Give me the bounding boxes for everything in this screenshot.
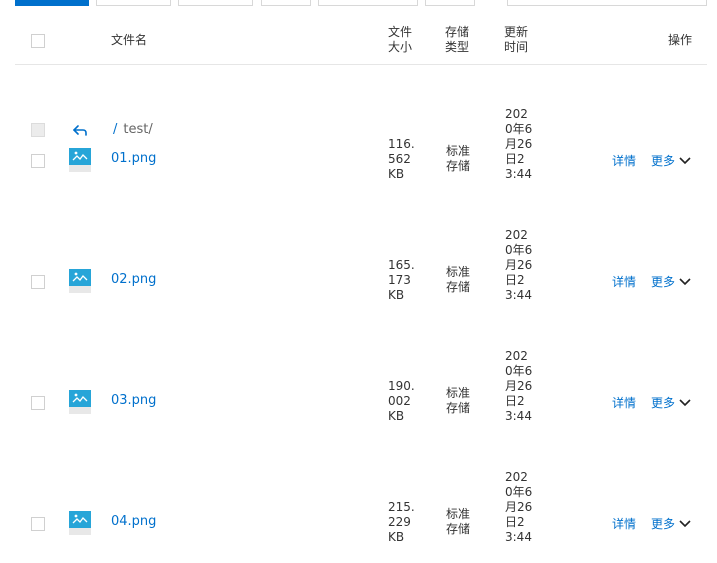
row-checkbox[interactable] (31, 275, 45, 289)
header-updated: 更新时间 (504, 25, 529, 54)
updated-time: 2020年6月26日23:44 (505, 228, 533, 302)
storage-class: 标准存储 (446, 144, 471, 173)
updated-time: 2020年6月26日23:44 (505, 107, 533, 181)
table-row: 04.png 215.229KB 标准存储 2020年6月26日23:44 详情… (15, 460, 707, 563)
table-header: 文件名 文件大小 存储类型 更新时间 操作 (15, 17, 707, 65)
table-row: 03.png 190.002KB 标准存储 2020年6月26日23:44 详情… (15, 339, 707, 460)
toolbar-button-6[interactable] (425, 0, 475, 6)
chevron-down-icon (679, 398, 691, 406)
file-size: 165.173KB (388, 258, 415, 302)
image-file-icon (69, 148, 91, 172)
file-name-link[interactable]: 01.png (111, 151, 156, 166)
toolbar-button-3[interactable] (178, 0, 253, 6)
header-filename: 文件名 (111, 33, 148, 47)
file-size: 215.229KB (388, 500, 415, 544)
updated-time: 2020年6月26日23:44 (505, 470, 533, 544)
chevron-down-icon (679, 519, 691, 527)
header-storage-class: 存储类型 (445, 25, 470, 54)
row-checkbox[interactable] (31, 154, 45, 168)
header-size: 文件大小 (388, 25, 413, 54)
toolbar (0, 0, 717, 8)
details-link[interactable]: 详情 (612, 152, 636, 169)
table-row: 02.png 165.173KB 标准存储 2020年6月26日23:44 详情… (15, 218, 707, 339)
image-file-icon (69, 269, 91, 293)
details-link[interactable]: 详情 (612, 515, 636, 532)
image-file-icon (69, 511, 91, 535)
toolbar-button-4[interactable] (261, 0, 311, 6)
file-size: 190.002KB (388, 379, 415, 423)
toolbar-button-2[interactable] (96, 0, 171, 6)
more-dropdown[interactable]: 更多 (651, 515, 691, 532)
more-dropdown[interactable]: 更多 (651, 394, 691, 411)
storage-class: 标准存储 (446, 507, 471, 536)
select-all-checkbox[interactable] (31, 34, 45, 48)
storage-class: 标准存储 (446, 265, 471, 294)
row-checkbox[interactable] (31, 396, 45, 410)
row-checkbox[interactable] (31, 517, 45, 531)
chevron-down-icon (679, 277, 691, 285)
toolbar-button-5[interactable] (318, 0, 418, 6)
search-input[interactable] (507, 0, 707, 6)
file-name-link[interactable]: 02.png (111, 272, 156, 287)
more-label: 更多 (651, 396, 676, 410)
more-label: 更多 (651, 154, 676, 168)
image-file-icon (69, 390, 91, 414)
storage-class: 标准存储 (446, 386, 471, 415)
file-size: 116.562KB (388, 137, 415, 181)
table-row: 01.png 116.562KB 标准存储 2020年6月26日23:44 详情… (15, 97, 707, 218)
more-label: 更多 (651, 275, 676, 289)
more-dropdown[interactable]: 更多 (651, 273, 691, 290)
more-dropdown[interactable]: 更多 (651, 152, 691, 169)
more-label: 更多 (651, 517, 676, 531)
updated-time: 2020年6月26日23:44 (505, 349, 533, 423)
file-name-link[interactable]: 04.png (111, 514, 156, 529)
toolbar-primary-button[interactable] (15, 0, 89, 6)
chevron-down-icon (679, 156, 691, 164)
file-name-link[interactable]: 03.png (111, 393, 156, 408)
file-table: 文件名 文件大小 存储类型 更新时间 操作 / test/ 01.png 116.… (15, 17, 707, 544)
details-link[interactable]: 详情 (612, 394, 636, 411)
details-link[interactable]: 详情 (612, 273, 636, 290)
header-actions: 操作 (668, 33, 693, 47)
